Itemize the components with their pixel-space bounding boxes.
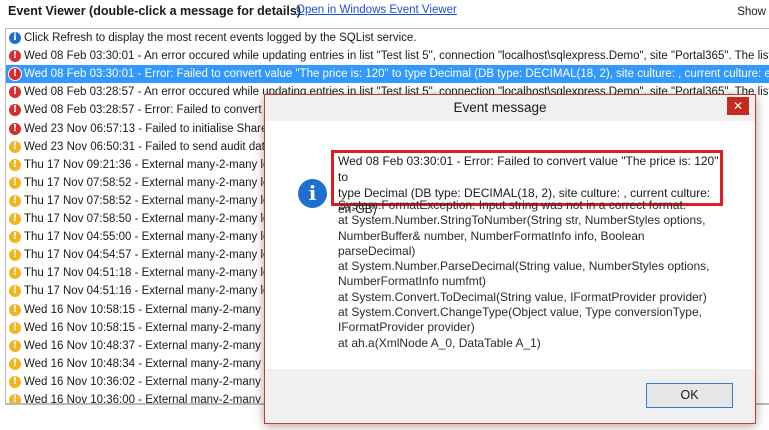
event-row-text: Wed 16 Nov 10:48:34 - External many-2-ma… — [24, 358, 273, 370]
warning-icon: ! — [9, 267, 21, 279]
event-viewer-title: Event Viewer (double-click a message for… — [8, 4, 301, 18]
warning-icon: ! — [9, 358, 21, 370]
open-windows-event-viewer-link[interactable]: Open in Windows Event Viewer — [296, 4, 457, 16]
dialog-title: Event message — [265, 100, 735, 115]
warning-icon: ! — [9, 394, 21, 404]
error-icon: ! — [9, 68, 21, 80]
event-row-text: Wed 16 Nov 10:48:37 - External many-2-ma… — [24, 340, 273, 352]
warning-icon: ! — [9, 231, 21, 243]
event-row-text: Thu 17 Nov 07:58:50 - External many-2-ma… — [24, 213, 269, 225]
event-row-text: Thu 17 Nov 04:51:18 - External many-2-ma… — [24, 267, 269, 279]
event-row-text: Thu 17 Nov 07:58:52 - External many-2-ma… — [24, 177, 269, 189]
event-row-text: Wed 08 Feb 03:28:57 - Error: Failed to c… — [24, 104, 271, 116]
event-row-text: Wed 16 Nov 10:36:00 - External many-2-ma… — [24, 394, 273, 404]
error-icon: ! — [9, 86, 21, 98]
ok-button[interactable]: OK — [646, 383, 733, 408]
event-row-text: Wed 16 Nov 10:58:15 - External many-2-ma… — [24, 304, 273, 316]
dialog-footer: OK — [265, 369, 755, 423]
event-row-text: Wed 23 Nov 06:50:31 - Failed to send aud… — [24, 141, 265, 153]
event-row-text: Thu 17 Nov 04:51:16 - External many-2-ma… — [24, 285, 269, 297]
event-row-text: Wed 08 Feb 03:30:01 - Error: Failed to c… — [24, 68, 769, 80]
event-row-text: Thu 17 Nov 07:58:52 - External many-2-ma… — [24, 195, 269, 207]
event-row-text: Wed 16 Nov 10:36:02 - External many-2-ma… — [24, 376, 273, 388]
warning-icon: ! — [9, 159, 21, 171]
warning-icon: ! — [9, 177, 21, 189]
event-row-text: Wed 23 Nov 06:57:13 - Failed to initiali… — [24, 123, 267, 135]
dialog-titlebar: Event message ✕ — [265, 95, 755, 121]
event-viewer-header: Event Viewer (double-click a message for… — [0, 0, 769, 24]
warning-icon: ! — [9, 141, 21, 153]
error-icon: ! — [9, 50, 21, 62]
event-row-text: Thu 17 Nov 04:54:57 - External many-2-ma… — [24, 249, 269, 261]
warning-icon: ! — [9, 376, 21, 388]
event-row-text: Click Refresh to display the most recent… — [24, 32, 416, 44]
info-icon: i — [9, 32, 21, 44]
message-details: System.FormatException: Input string was… — [338, 198, 738, 351]
event-row-text: Wed 08 Feb 03:30:01 - An error occured w… — [24, 50, 769, 62]
event-row[interactable]: !Wed 08 Feb 03:30:01 - Error: Failed to … — [6, 65, 769, 83]
event-message-dialog: Event message ✕ i Wed 08 Feb 03:30:01 - … — [264, 94, 756, 424]
error-icon: ! — [9, 104, 21, 116]
warning-icon: ! — [9, 213, 21, 225]
error-icon: ! — [9, 123, 21, 135]
event-row-text: Thu 17 Nov 09:21:36 - External many-2-ma… — [24, 159, 269, 171]
warning-icon: ! — [9, 285, 21, 297]
warning-icon: ! — [9, 304, 21, 316]
show-button[interactable]: Show — [737, 6, 766, 18]
warning-icon: ! — [9, 340, 21, 352]
event-row-text: Wed 16 Nov 10:58:15 - External many-2-ma… — [24, 322, 273, 334]
info-icon: i — [298, 179, 327, 208]
event-row-text: Thu 17 Nov 04:55:00 - External many-2-ma… — [24, 231, 269, 243]
warning-icon: ! — [9, 249, 21, 261]
dialog-body: i Wed 08 Feb 03:30:01 - Error: Failed to… — [265, 121, 755, 369]
event-row[interactable]: !Wed 08 Feb 03:30:01 - An error occured … — [6, 47, 769, 65]
warning-icon: ! — [9, 322, 21, 334]
close-icon[interactable]: ✕ — [727, 97, 749, 115]
warning-icon: ! — [9, 195, 21, 207]
event-row[interactable]: iClick Refresh to display the most recen… — [6, 29, 769, 47]
